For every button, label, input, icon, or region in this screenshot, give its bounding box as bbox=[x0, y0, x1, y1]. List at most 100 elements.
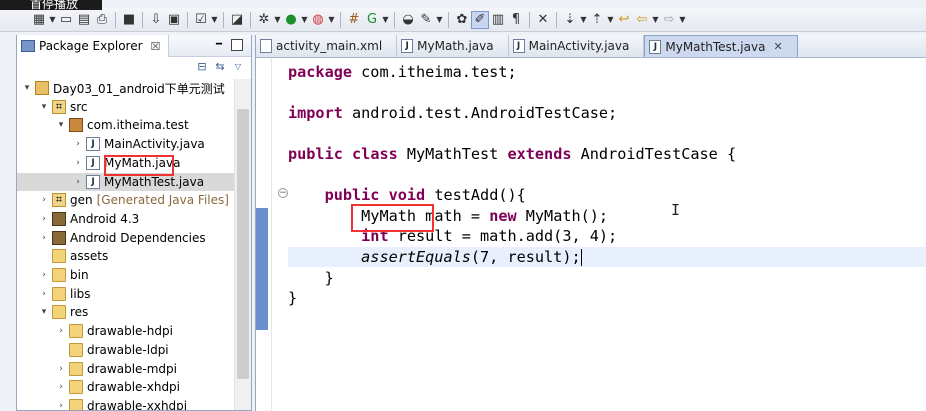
toggle-mark-icon[interactable]: ✐ bbox=[471, 10, 489, 29]
forward-dropdown-icon[interactable]: ▼ bbox=[678, 11, 687, 29]
search-dropdown-icon[interactable]: ▼ bbox=[435, 11, 444, 29]
open-type-icon[interactable]: ◒ bbox=[399, 11, 417, 29]
checkbox-task-icon[interactable]: ☑ bbox=[192, 11, 210, 29]
next-annotation-icon[interactable]: ⇣ bbox=[561, 11, 579, 29]
collapsed-chevron-icon[interactable]: › bbox=[72, 158, 84, 168]
tree-item[interactable]: › drawable-hdpi bbox=[17, 322, 173, 340]
back-dropdown-icon[interactable]: ▼ bbox=[651, 11, 660, 29]
editor-tab[interactable]: activity_main.xml bbox=[256, 35, 398, 57]
debug-icon[interactable]: ✲ bbox=[255, 11, 273, 29]
show-whitespace-icon[interactable]: ¶ bbox=[507, 11, 525, 29]
tree-item[interactable]: ▾ Day03_01_android下单元测试 bbox=[17, 79, 225, 97]
main-toolbar: ▦ ▼ ▭ ▤ ⎙ ■ ⇩ ▣ ☑ ▼ ◪ ✲ ▼ ● ▼ ◍ ▼ # G ▼ ◒ ✎ ▼ ✿… bbox=[0, 8, 926, 32]
maximize-icon[interactable] bbox=[231, 39, 243, 51]
tree-item[interactable]: › drawable-mdpi bbox=[17, 360, 177, 378]
tree-scrollbar[interactable] bbox=[234, 79, 251, 410]
expanded-chevron-icon[interactable]: ▾ bbox=[55, 120, 67, 130]
tree-item[interactable]: › J MyMath.java bbox=[17, 154, 180, 172]
tree-item[interactable]: assets bbox=[17, 247, 108, 265]
editor-gutter bbox=[256, 58, 272, 411]
collapsed-chevron-icon[interactable]: › bbox=[72, 139, 84, 149]
tree-item[interactable]: › Android 4.3 bbox=[17, 210, 139, 228]
run-icon[interactable]: ● bbox=[282, 11, 300, 29]
next-annotation-dropdown-icon[interactable]: ▼ bbox=[579, 11, 588, 29]
prev-annotation-icon[interactable]: ⇡ bbox=[588, 11, 606, 29]
block-select-icon[interactable]: ▥ bbox=[489, 11, 507, 29]
collapsed-chevron-icon[interactable]: › bbox=[55, 364, 67, 374]
collapsed-chevron-icon[interactable]: › bbox=[55, 382, 67, 392]
prev-annotation-dropdown-icon[interactable]: ▼ bbox=[606, 11, 615, 29]
android-sdk-icon[interactable]: ▣ bbox=[165, 11, 183, 29]
collapsed-chevron-icon[interactable]: › bbox=[38, 214, 50, 224]
print-icon[interactable]: ⎙ bbox=[93, 11, 111, 29]
editor-tab[interactable]: J MyMath.java bbox=[397, 35, 509, 57]
tree-item[interactable]: › J MyMathTest.java bbox=[17, 172, 235, 191]
tree-item[interactable]: ▾ ⌗ src bbox=[17, 98, 88, 116]
forward-icon[interactable]: ⇨ bbox=[660, 11, 678, 29]
tree-item[interactable]: › bin bbox=[17, 266, 89, 284]
eclipse-window: 首停播放 ▦ ▼ ▭ ▤ ⎙ ■ ⇩ ▣ ☑ ▼ ◪ ✲ ▼ ● ▼ ◍ ▼ # G ▼ ◒… bbox=[0, 0, 926, 411]
tree-item[interactable]: › Android Dependencies bbox=[17, 229, 206, 247]
editor-tab[interactable]: J MainActivity.java bbox=[509, 35, 645, 57]
build-icon[interactable]: ■ bbox=[120, 11, 138, 29]
tree-item[interactable]: ▾ com.itheima.test bbox=[17, 116, 189, 134]
external-tools-icon[interactable]: ◍ bbox=[309, 11, 327, 29]
view-menu-icon[interactable]: ▽ bbox=[231, 60, 245, 74]
collapsed-chevron-icon[interactable]: › bbox=[38, 270, 50, 280]
folder-icon bbox=[69, 342, 83, 357]
new-java-class-icon[interactable]: G bbox=[363, 11, 381, 29]
collapsed-chevron-icon[interactable]: › bbox=[55, 326, 67, 336]
fold-toggle-icon[interactable]: − bbox=[278, 188, 288, 198]
task-dropdown-icon[interactable]: ▼ bbox=[210, 11, 219, 29]
java-file-icon: J bbox=[86, 155, 100, 170]
external-tools-dropdown-icon[interactable]: ▼ bbox=[327, 11, 336, 29]
code-line-10-current: assertEquals(7, result); bbox=[288, 247, 926, 267]
collapsed-chevron-icon[interactable]: › bbox=[55, 401, 67, 410]
tree-item[interactable]: › J MainActivity.java bbox=[17, 135, 205, 153]
back-icon[interactable]: ⇦ bbox=[633, 11, 651, 29]
tree-item[interactable]: › libs bbox=[17, 285, 91, 303]
collapsed-chevron-icon[interactable]: › bbox=[72, 177, 84, 187]
last-edit-icon[interactable]: ↩ bbox=[615, 11, 633, 29]
close-icon[interactable]: ✕ bbox=[773, 40, 782, 53]
tree-item[interactable]: › drawable-xxhdpi bbox=[17, 397, 187, 410]
tree-scrollbar-thumb[interactable] bbox=[237, 109, 249, 379]
tree-item[interactable]: › ⌗ gen [Generated Java Files] bbox=[17, 191, 229, 209]
annotation-icon[interactable]: ✿ bbox=[453, 11, 471, 29]
editor-tab[interactable]: J MyMathTest.java ✕ bbox=[644, 35, 798, 57]
save-all-icon[interactable]: ▤ bbox=[75, 11, 93, 29]
collapsed-chevron-icon[interactable]: › bbox=[38, 289, 50, 299]
expanded-chevron-icon[interactable]: ▾ bbox=[38, 307, 50, 317]
expanded-chevron-icon[interactable]: ▾ bbox=[38, 102, 50, 112]
link-with-editor-icon[interactable]: ⇆ bbox=[213, 60, 227, 74]
new-class-dropdown-icon[interactable]: ▼ bbox=[381, 11, 390, 29]
tree-item[interactable]: ▾ res bbox=[17, 303, 88, 321]
collapsed-chevron-icon[interactable]: › bbox=[38, 233, 50, 243]
tree-item-label: MainActivity.java bbox=[104, 137, 205, 152]
code-line-7: public void testAdd(){ bbox=[324, 186, 526, 204]
pin-icon[interactable]: ✕ bbox=[534, 11, 552, 29]
collapse-all-icon[interactable]: ⊟ bbox=[195, 60, 209, 74]
collapsed-chevron-icon[interactable]: › bbox=[38, 195, 50, 205]
new-java-package-icon[interactable]: # bbox=[345, 11, 363, 29]
minimize-icon[interactable]: ━ bbox=[213, 39, 225, 51]
tree-item[interactable]: › drawable-xhdpi bbox=[17, 378, 180, 396]
save-icon[interactable]: ▭ bbox=[57, 11, 75, 29]
new-android-project-icon[interactable]: ◪ bbox=[228, 11, 246, 29]
android-avd-icon[interactable]: ⇩ bbox=[147, 11, 165, 29]
expanded-chevron-icon[interactable]: ▾ bbox=[21, 83, 33, 93]
close-icon[interactable]: ☒ bbox=[151, 40, 161, 53]
package-tree: ▾ Day03_01_android下单元测试 ▾ ⌗ src ▾ com.itheima.… bbox=[17, 79, 235, 410]
code-area[interactable]: package com.itheima.test; import android… bbox=[288, 58, 926, 411]
package-explorer-tab[interactable]: Package Explorer ☒ bbox=[17, 35, 170, 57]
tree-item[interactable]: drawable-ldpi bbox=[17, 341, 169, 359]
new-icon[interactable]: ▦ bbox=[30, 11, 48, 29]
debug-dropdown-icon[interactable]: ▼ bbox=[273, 11, 282, 29]
run-dropdown-icon[interactable]: ▼ bbox=[300, 11, 309, 29]
tree-item-label: MyMathTest.java bbox=[104, 174, 205, 189]
search-icon[interactable]: ✎ bbox=[417, 11, 435, 29]
tree-item-label: MyMath.java bbox=[104, 155, 181, 170]
new-dropdown-icon[interactable]: ▼ bbox=[48, 11, 57, 29]
java-file-icon: J bbox=[86, 137, 100, 152]
editor-tabbar: activity_main.xml J MyMath.java J MainActivi… bbox=[256, 35, 926, 58]
